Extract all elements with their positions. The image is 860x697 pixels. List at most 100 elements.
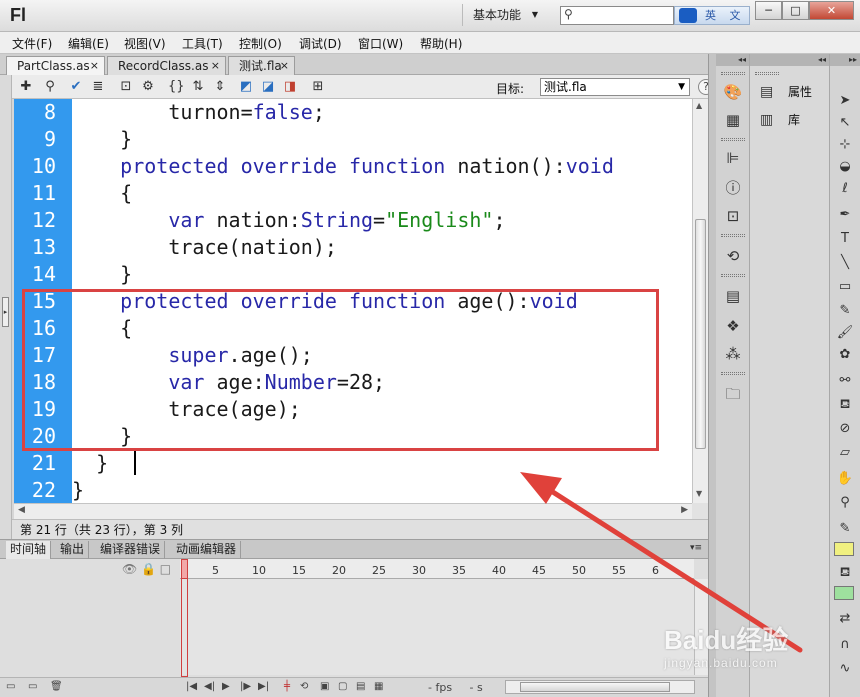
- prev-frame-icon[interactable]: ◀|: [204, 681, 215, 692]
- minimize-button[interactable]: ─: [755, 1, 782, 20]
- brush-tool-icon[interactable]: 🖌: [836, 324, 854, 342]
- fps-readout[interactable]: - fps - s: [428, 681, 483, 694]
- tab-partclass[interactable]: PartClass.as ×: [6, 56, 105, 75]
- smooth-icon[interactable]: ∿: [836, 660, 854, 678]
- timeline-playhead[interactable]: [181, 559, 188, 677]
- debug-options-icon[interactable]: ⚙: [140, 79, 156, 95]
- eyedropper-tool-icon[interactable]: ⊘: [836, 420, 854, 438]
- scroll-left-icon[interactable]: ◀: [18, 505, 25, 515]
- menu-window[interactable]: 窗口(W): [358, 35, 403, 52]
- stroke-color-swatch[interactable]: [834, 542, 854, 556]
- align-icon[interactable]: ⊫: [723, 148, 743, 168]
- menu-view[interactable]: 视图(V): [124, 35, 166, 52]
- scroll-up-icon[interactable]: ▲: [696, 101, 702, 110]
- frame-ruler[interactable]: 1 5 10 15 20 25 30 35 40 45 50 55 6: [180, 559, 694, 579]
- fill-color-icon[interactable]: ⛾: [836, 564, 854, 582]
- collapse-selection-icon[interactable]: ⇅: [190, 79, 206, 95]
- zoom-tool-icon[interactable]: ⚲: [836, 494, 854, 512]
- tab-recordclass[interactable]: RecordClass.as ×: [107, 56, 226, 75]
- editor-horizontal-scrollbar[interactable]: ◀ ▶: [14, 503, 692, 519]
- code-hint-icon[interactable]: ⊡: [118, 79, 134, 95]
- playhead-cap[interactable]: [181, 559, 188, 579]
- panel-grip[interactable]: [721, 274, 745, 277]
- snap-magnet-icon[interactable]: ∩: [836, 636, 854, 654]
- subselection-tool-icon[interactable]: ↖: [836, 114, 854, 132]
- timeline-frames-area[interactable]: [180, 579, 694, 675]
- last-frame-icon[interactable]: ▶|: [258, 681, 269, 692]
- timeline-layer-toggles[interactable]: 👁 🔒 □: [122, 562, 171, 576]
- library-panel-button[interactable]: ▥ 库: [760, 110, 800, 130]
- add-statement-icon[interactable]: ✚: [18, 79, 34, 95]
- menu-help[interactable]: 帮助(H): [420, 35, 462, 52]
- stroke-color-icon[interactable]: ✎: [836, 520, 854, 538]
- play-icon[interactable]: ▶: [222, 681, 230, 692]
- onion-skin-icon[interactable]: ▣: [320, 681, 329, 692]
- collapse-dock-icon[interactable]: ◂◂: [716, 54, 749, 66]
- panel-menu-icon[interactable]: ▾≡: [690, 543, 702, 553]
- deco-tool-icon[interactable]: ✿: [836, 346, 854, 364]
- history-icon[interactable]: ⟲: [723, 246, 743, 266]
- bone-tool-icon[interactable]: ⚯: [836, 372, 854, 390]
- pen-tool-icon[interactable]: ✒: [836, 206, 854, 224]
- find-icon[interactable]: ⚲: [42, 79, 58, 95]
- swatches-icon[interactable]: ▦: [723, 110, 743, 130]
- close-tab-icon[interactable]: ×: [211, 57, 220, 75]
- properties-panel-button[interactable]: ▤ 属性: [760, 82, 812, 102]
- scroll-thumb[interactable]: [520, 682, 670, 692]
- target-select[interactable]: 测试.fla ▼: [540, 78, 690, 96]
- components-icon[interactable]: ❖: [723, 316, 743, 336]
- show-toolbox-icon[interactable]: ⊞: [310, 79, 326, 95]
- selection-tool-icon[interactable]: ➤: [836, 92, 854, 110]
- close-tab-icon[interactable]: ×: [280, 57, 289, 75]
- auto-format-icon[interactable]: ≣: [90, 79, 106, 95]
- onion-outline-icon[interactable]: ▢: [338, 681, 347, 692]
- dock-splitter[interactable]: [708, 54, 716, 697]
- new-folder-icon[interactable]: ▭: [28, 681, 37, 692]
- new-layer-icon[interactable]: ▭: [6, 681, 15, 692]
- panel-grip[interactable]: [755, 72, 779, 75]
- scroll-thumb[interactable]: [695, 219, 706, 449]
- rectangle-tool-icon[interactable]: ▭: [836, 278, 854, 296]
- editor-vertical-scrollbar[interactable]: ▲ ▼: [692, 99, 708, 503]
- close-tab-icon[interactable]: ×: [90, 57, 99, 75]
- panel-grip[interactable]: [721, 138, 745, 141]
- panel-grip[interactable]: [721, 372, 745, 375]
- project-icon[interactable]: 🗀: [723, 384, 743, 404]
- onion-markers-icon[interactable]: ▦: [374, 681, 383, 692]
- tab-motion-editor[interactable]: 动画编辑器: [172, 541, 242, 559]
- close-window-button[interactable]: ✕: [809, 1, 854, 20]
- 3d-rotation-tool-icon[interactable]: ◒: [836, 158, 854, 176]
- edit-multiple-icon[interactable]: ▤: [356, 681, 365, 692]
- loop-icon[interactable]: ⟲: [300, 681, 308, 692]
- menu-edit[interactable]: 编辑(E): [68, 35, 109, 52]
- comment-block-icon[interactable]: ◩: [238, 79, 254, 95]
- tab-compiler-errors[interactable]: 编译器错误: [96, 541, 166, 559]
- eraser-tool-icon[interactable]: ▱: [836, 444, 854, 462]
- transform-icon[interactable]: ⊡: [723, 206, 743, 226]
- expand-all-icon[interactable]: ⇕: [212, 79, 228, 95]
- free-transform-tool-icon[interactable]: ⊹: [836, 136, 854, 154]
- help-search-input[interactable]: ⚲: [560, 6, 674, 25]
- menu-debug[interactable]: 调试(D): [299, 35, 342, 52]
- collapse-tools-icon[interactable]: ▸▸: [830, 54, 860, 66]
- code-snippets-icon[interactable]: ▤: [723, 286, 743, 306]
- menu-control[interactable]: 控制(O): [239, 35, 282, 52]
- color-palette-icon[interactable]: 🎨: [723, 82, 743, 102]
- motion-presets-icon[interactable]: ⁂: [723, 344, 743, 364]
- expand-panel-handle[interactable]: ▸: [2, 297, 9, 327]
- text-tool-icon[interactable]: T: [836, 230, 854, 248]
- scroll-down-icon[interactable]: ▼: [696, 489, 702, 498]
- collapse-dock-icon[interactable]: ◂◂: [750, 54, 829, 66]
- hand-tool-icon[interactable]: ✋: [836, 470, 854, 488]
- lasso-tool-icon[interactable]: ℓ: [836, 180, 854, 198]
- panel-grip[interactable]: [721, 234, 745, 237]
- pencil-tool-icon[interactable]: ✎: [836, 302, 854, 320]
- delete-layer-icon[interactable]: 🗑: [50, 681, 63, 692]
- line-tool-icon[interactable]: ╲: [836, 254, 854, 272]
- check-syntax-icon[interactable]: ✔: [68, 79, 84, 95]
- panel-grip[interactable]: [721, 72, 745, 75]
- tab-test-fla[interactable]: 测试.fla ×: [228, 56, 295, 75]
- scroll-right-icon[interactable]: ▶: [681, 505, 688, 515]
- comment-line-icon[interactable]: ◪: [260, 79, 276, 95]
- menu-file[interactable]: 文件(F): [12, 35, 52, 52]
